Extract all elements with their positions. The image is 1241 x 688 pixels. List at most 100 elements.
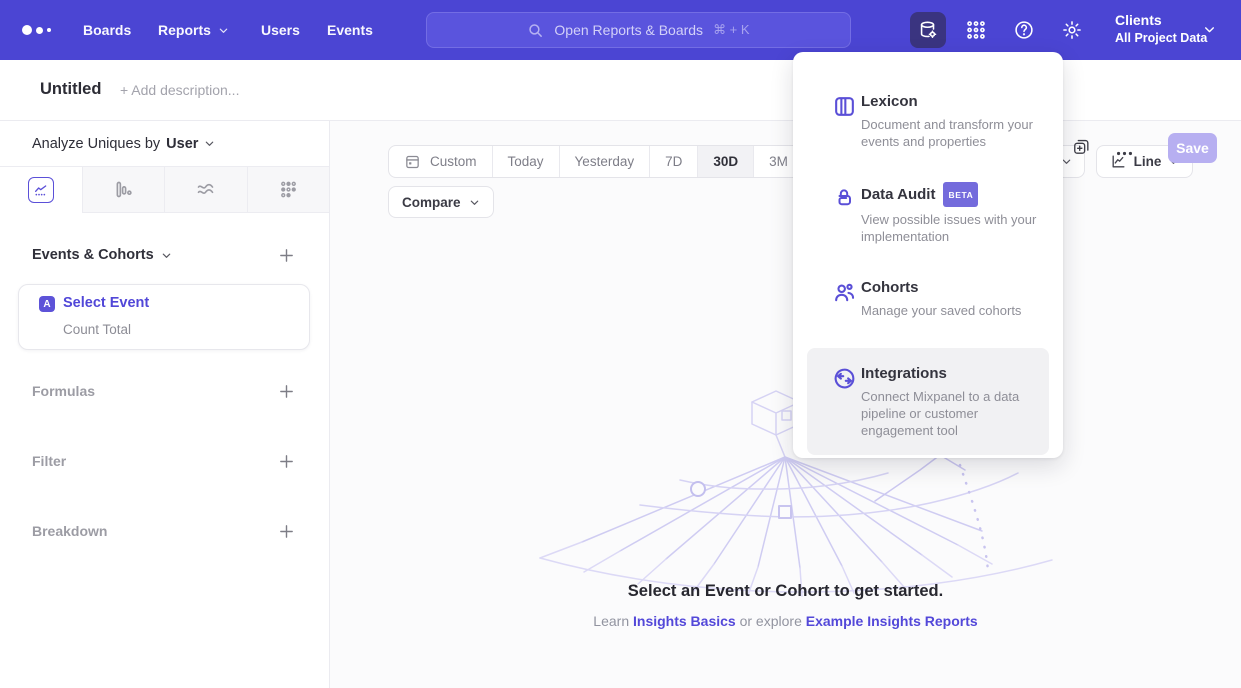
data-management-button[interactable] [910,12,946,48]
nav-item-boards[interactable]: Boards [83,0,131,60]
menu-item-description: Manage your saved cohorts [861,302,1039,319]
settings-button[interactable] [1054,12,1090,48]
aggregation-selector[interactable]: Count Total [63,322,131,337]
add-breakdown-button[interactable] [278,523,295,540]
empty-state-text: or explore [740,613,802,629]
nav-item-label: Reports [158,22,211,38]
compare-button[interactable]: Compare [388,186,494,218]
formulas-section: Formulas [0,379,329,403]
menu-item-title: Cohorts [861,278,919,298]
date-range-30d[interactable]: 30D [697,146,753,177]
menu-item-title: Lexicon [861,92,918,112]
filter-label: Filter [32,453,66,469]
integrations-icon [832,366,857,391]
breakdown-section: Breakdown [0,519,329,543]
nav-item-label: Events [327,22,373,38]
tab-funnels[interactable] [82,167,165,213]
cohorts-people-icon [832,280,857,305]
insights-basics-link[interactable]: Insights Basics [633,613,736,629]
query-builder-sidebar: Analyze Uniques by User Events & Cohorts [0,121,330,688]
apps-grid-icon [965,19,987,41]
tab-insights[interactable] [0,167,82,213]
dot-grid-icon [278,179,299,200]
nav-item-users[interactable]: Users [261,0,300,60]
insights-chart-icon [28,177,54,203]
empty-state-title: Select an Event or Cohort to get started… [330,582,1241,601]
add-description-field[interactable]: + Add description... [120,82,239,98]
tab-retention[interactable] [247,167,330,213]
search-icon [527,22,544,39]
top-nav: Boards Reports Users Events Open Reports… [0,0,1241,60]
series-badge: A [39,296,55,312]
select-event-button[interactable]: Select Event [63,295,149,311]
duplicate-report-button[interactable] [1072,137,1091,156]
report-canvas: Custom Today Yesterday 7D 30D 3M 6M Comp… [330,121,1241,688]
menu-item-lexicon[interactable]: Lexicon Document and transform your even… [807,82,1049,162]
data-audit-icon [832,186,856,210]
chevron-down-icon [1203,23,1216,36]
date-range-label: 7D [665,154,682,169]
date-range-today[interactable]: Today [492,146,559,177]
search-placeholder: Open Reports & Boards [554,22,703,38]
menu-item-description: Document and transform your events and p… [861,116,1039,150]
save-button[interactable]: Save [1168,133,1217,163]
help-button[interactable] [1006,12,1042,48]
nav-item-reports[interactable]: Reports [158,0,229,60]
global-search-input[interactable]: Open Reports & Boards ⌘ + K [426,12,851,48]
chevron-down-icon [204,138,215,149]
nav-item-label: Users [261,22,300,38]
mixpanel-insights-app: Boards Reports Users Events Open Reports… [0,0,1241,688]
formulas-label: Formulas [32,383,95,399]
nav-item-events[interactable]: Events [327,0,373,60]
events-cohorts-section: Events & Cohorts [0,243,329,267]
date-range-custom[interactable]: Custom [389,146,492,177]
date-range-label: 30D [713,154,738,169]
search-shortcut: ⌘ + K [713,22,750,38]
date-range-label: Today [508,154,544,169]
flows-icon [195,179,216,200]
nav-item-label: Boards [83,22,131,38]
tab-flows[interactable] [164,167,247,213]
menu-item-title: Integrations [861,364,947,384]
project-selector[interactable]: Clients All Project Data [1115,11,1207,47]
empty-state-text: Learn [593,613,629,629]
breakdown-label: Breakdown [32,523,107,539]
date-range-label: Custom [430,154,477,169]
report-title[interactable]: Untitled [40,80,101,99]
menu-item-cohorts[interactable]: Cohorts Manage your saved cohorts [807,268,1049,331]
gear-icon [1061,19,1083,41]
analyze-uniques-selector[interactable]: Analyze Uniques by User [0,121,329,167]
apps-grid-button[interactable] [958,12,994,48]
visualization-tabs [0,167,329,213]
add-filter-button[interactable] [278,453,295,470]
event-row-card[interactable]: A Select Event Count Total [18,284,310,350]
chevron-down-icon [161,250,172,261]
menu-item-data-audit[interactable]: Data Audit BETA View possible issues wit… [807,172,1049,257]
menu-item-description: Connect Mixpanel to a data pipeline or c… [861,388,1039,439]
add-formula-button[interactable] [278,383,295,400]
analyze-value: User [166,136,198,152]
events-cohorts-label: Events & Cohorts [32,247,154,263]
help-circle-icon [1013,19,1035,41]
date-range-7d[interactable]: 7D [649,146,697,177]
more-options-button[interactable] [1115,144,1134,163]
menu-item-title: Data Audit [861,185,935,205]
compare-label: Compare [402,195,461,210]
filter-section: Filter [0,449,329,473]
project-name: All Project Data [1115,30,1207,47]
date-range-yesterday[interactable]: Yesterday [559,146,650,177]
chevron-down-icon [218,25,229,36]
mixpanel-logo-icon[interactable] [22,22,56,38]
events-cohorts-header[interactable]: Events & Cohorts [32,247,172,263]
chevron-down-icon [469,197,480,208]
menu-item-integrations[interactable]: Integrations Connect Mixpanel to a data … [807,348,1049,455]
data-management-dropdown: Lexicon Document and transform your even… [793,52,1063,458]
bar-chart-icon [113,179,134,200]
add-event-button[interactable] [278,247,295,264]
calendar-icon [404,153,421,170]
date-range-label: Yesterday [575,154,635,169]
org-name: Clients [1115,11,1207,30]
beta-badge: BETA [943,182,978,207]
example-reports-link[interactable]: Example Insights Reports [806,613,978,629]
chart-type-label: Line [1134,154,1162,169]
